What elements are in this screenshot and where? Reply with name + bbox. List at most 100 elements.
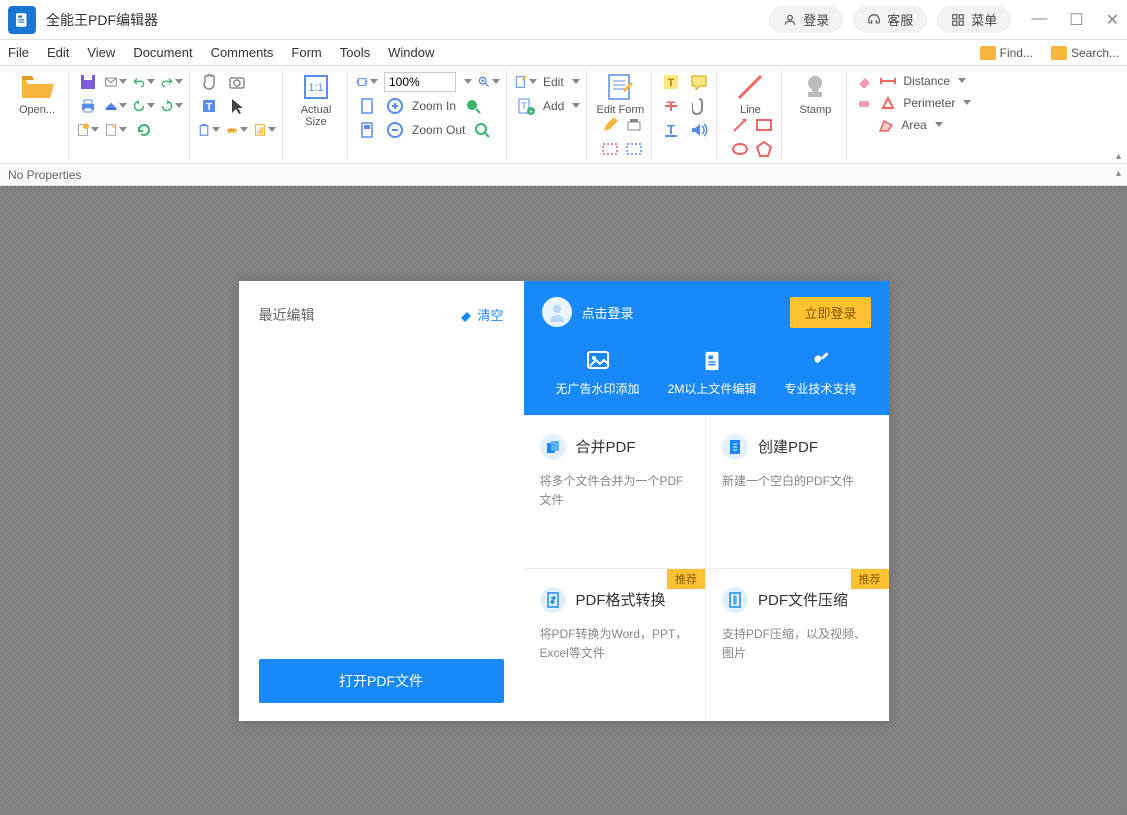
rotate-right-icon[interactable] <box>161 96 183 116</box>
zoom-out-round-icon[interactable] <box>384 120 406 140</box>
strike-icon[interactable]: T <box>660 96 682 116</box>
card-compress-pdf[interactable]: 推荐 PDF文件压缩 支持PDF压缩，以及视频、图片 <box>706 568 889 721</box>
loupe-in-icon[interactable] <box>462 96 484 116</box>
find-button[interactable]: Find... <box>980 46 1033 60</box>
add-label[interactable]: Add <box>543 99 564 113</box>
report-icon[interactable] <box>254 120 276 140</box>
ribbon-group-editadd: Edit T+ Add <box>509 70 587 159</box>
edit-form-button[interactable]: Edit Form <box>595 72 645 116</box>
fit-visible-icon[interactable] <box>356 120 378 140</box>
feature-large-file: 2M以上文件编辑 <box>668 350 757 397</box>
login-pill[interactable]: 登录 <box>769 6 843 33</box>
add-text-icon[interactable]: T+ <box>515 96 537 116</box>
zoom-in-label[interactable]: Zoom In <box>412 99 456 113</box>
recent-title: 最近编辑 <box>259 305 315 325</box>
card-create-pdf[interactable]: 创建PDF 新建一个空白的PDF文件 <box>706 415 889 568</box>
sound-icon[interactable] <box>688 120 710 140</box>
area-label[interactable]: Area <box>901 118 926 132</box>
redo-icon[interactable] <box>161 72 183 92</box>
propbar-collapse-icon[interactable]: ▴ <box>1116 168 1121 179</box>
pencil-icon[interactable] <box>601 116 619 134</box>
attach-icon[interactable] <box>688 96 710 116</box>
search-label: Search... <box>1071 46 1119 60</box>
distance-label[interactable]: Distance <box>903 74 950 88</box>
close-button[interactable]: ✕ <box>1106 10 1119 30</box>
login-now-button[interactable]: 立即登录 <box>790 297 870 328</box>
fit-page-icon[interactable] <box>356 96 378 116</box>
actual-size-button[interactable]: 1:1 Actual Size <box>291 72 341 128</box>
menu-view[interactable]: View <box>87 45 115 60</box>
new-doc-icon[interactable] <box>77 120 99 140</box>
text-select-icon[interactable]: T <box>198 96 220 116</box>
edit-label[interactable]: Edit <box>543 75 564 89</box>
fit-width-icon[interactable] <box>356 72 378 92</box>
open-pdf-button[interactable]: 打开PDF文件 <box>259 659 504 703</box>
perimeter-icon[interactable] <box>879 94 897 112</box>
ribbon-group-text-annot: T T T <box>654 70 717 159</box>
clipboard-icon[interactable] <box>198 120 220 140</box>
grid-icon <box>951 13 965 27</box>
scan-icon[interactable] <box>105 96 127 116</box>
card-title: 合并PDF <box>576 436 636 457</box>
hand-icon[interactable] <box>198 72 220 92</box>
field-icon[interactable] <box>601 140 619 158</box>
highlight-icon[interactable]: T <box>660 72 682 92</box>
new-page-icon[interactable] <box>105 120 127 140</box>
maximize-button[interactable]: ☐ <box>1069 10 1083 30</box>
eraser-icon <box>459 308 473 322</box>
zoom-dropdown[interactable] <box>464 79 472 85</box>
polygon-icon[interactable] <box>755 140 773 158</box>
zoom-in-round-icon[interactable] <box>384 96 406 116</box>
open-button[interactable]: Open... <box>12 72 62 116</box>
ribbon-collapse-icon[interactable]: ▴ <box>1116 151 1121 162</box>
cursor-icon[interactable] <box>226 96 248 116</box>
eraser-sm-icon[interactable] <box>855 72 873 90</box>
edit-doc-icon[interactable] <box>515 72 537 92</box>
workspace: 最近编辑 清空 打开PDF文件 点击登录 立即登录 <box>0 186 1127 815</box>
click-login-label[interactable]: 点击登录 <box>582 303 634 322</box>
menu-window[interactable]: Window <box>388 45 434 60</box>
snapshot-icon[interactable] <box>226 72 248 92</box>
zoom-out-label[interactable]: Zoom Out <box>412 123 465 137</box>
mail-icon[interactable] <box>105 72 127 92</box>
undo-icon[interactable] <box>133 72 155 92</box>
field2-icon[interactable] <box>625 140 643 158</box>
ribbon-group-actual-size: 1:1 Actual Size <box>285 70 348 159</box>
menu-document[interactable]: Document <box>133 45 192 60</box>
menu-pill[interactable]: 菜单 <box>937 6 1011 33</box>
menu-tools[interactable]: Tools <box>340 45 370 60</box>
menu-edit[interactable]: Edit <box>47 45 69 60</box>
eraser2-icon[interactable] <box>855 94 873 112</box>
card-merge-pdf[interactable]: 合并PDF 将多个文件合并为一个PDF文件 <box>524 415 707 568</box>
note-icon[interactable] <box>688 72 710 92</box>
ellipse-icon[interactable] <box>731 140 749 158</box>
distance-icon[interactable] <box>879 72 897 90</box>
perimeter-label[interactable]: Perimeter <box>903 96 955 110</box>
line-button[interactable]: Line <box>725 72 775 116</box>
feature-no-watermark: 无广告水印添加 <box>556 350 640 397</box>
arrow-icon[interactable] <box>731 116 749 134</box>
menu-file[interactable]: File <box>8 45 29 60</box>
print-icon[interactable] <box>77 96 99 116</box>
stamp-button[interactable]: Stamp <box>790 72 840 116</box>
rotate-left-icon[interactable] <box>133 96 155 116</box>
menu-comments[interactable]: Comments <box>211 45 274 60</box>
typewriter-icon[interactable] <box>625 116 643 134</box>
ruler-icon[interactable] <box>226 120 248 140</box>
zoom-in-glass-icon[interactable] <box>478 72 500 92</box>
card-convert-pdf[interactable]: 推荐 PDF格式转换 将PDF转换为Word，PPT，Excel等文件 <box>524 568 707 721</box>
area-icon[interactable] <box>877 116 895 134</box>
rect-icon[interactable] <box>755 116 773 134</box>
minimize-button[interactable]: — <box>1031 10 1047 30</box>
loupe-out-icon[interactable] <box>471 120 493 140</box>
line-label: Line <box>740 104 761 116</box>
refresh-icon[interactable] <box>133 120 155 140</box>
save-icon[interactable] <box>77 72 99 92</box>
underline-icon[interactable]: T <box>660 120 682 140</box>
support-pill[interactable]: 客服 <box>853 6 927 33</box>
search-button[interactable]: Search... <box>1051 46 1119 60</box>
card-title: 创建PDF <box>758 436 818 457</box>
zoom-input[interactable] <box>384 72 456 92</box>
clear-recent-button[interactable]: 清空 <box>459 305 503 324</box>
menu-form[interactable]: Form <box>291 45 321 60</box>
